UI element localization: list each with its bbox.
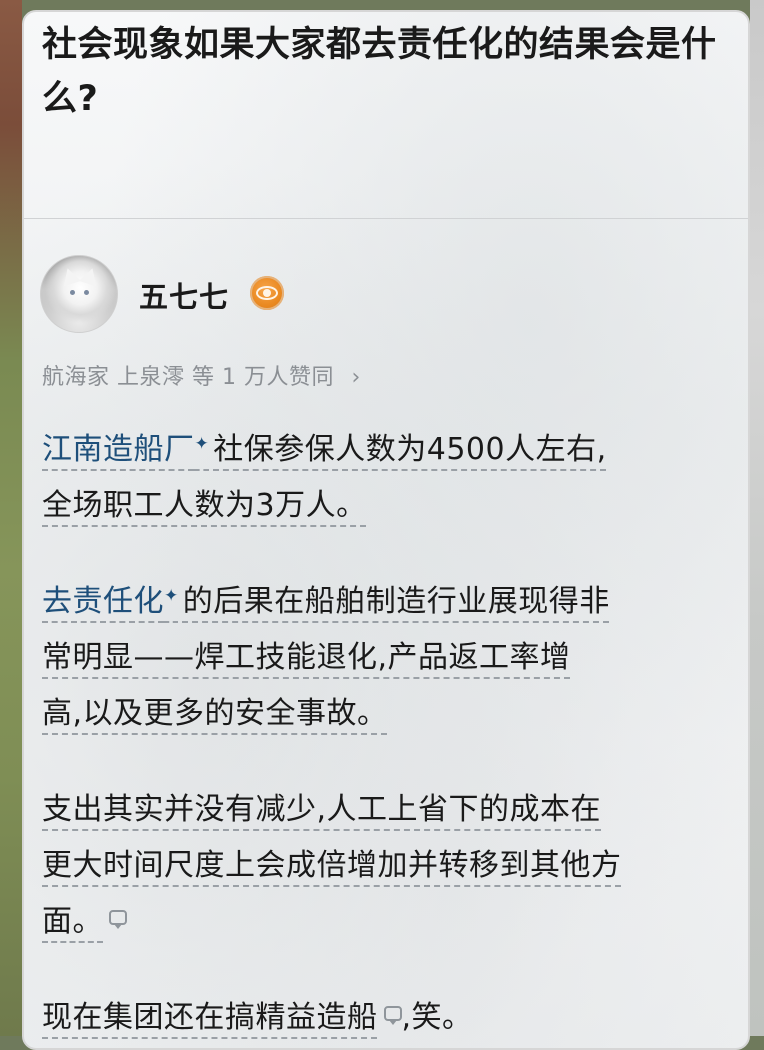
paragraph-3-line-2: 更大时间尺度上会成倍增加并转移到其他方 [42, 848, 622, 883]
text-line: 全场职工人数为3万人。 [42, 478, 742, 534]
upvoters-summary[interactable]: 航海家 上泉澪 等 1 万人赞同 › [42, 359, 361, 391]
paragraph-2-line-3: 高,以及更多的安全事故。 [42, 696, 388, 731]
paragraph-4: 现在集团还在搞精益造船 ,笑。 [42, 990, 742, 1046]
avatar-eye-left [70, 290, 75, 295]
background-edge-right [750, 0, 764, 1036]
eye-badge-icon[interactable] [250, 276, 284, 310]
answer-content: 江南造船厂✦ 社保参保人数为4500人左右, 全场职工人数为3万人。 去责任化✦ 的… [42, 422, 742, 1046]
answer-card: 社会现象如果大家都去责任化的结果会是什么? 五七七 航海家 上泉澪 等 1 万人… [22, 10, 750, 1050]
upvoters-text: 航海家 上泉澪 等 1 万人赞同 [42, 365, 334, 390]
paragraph-3: 支出其实并没有减少,人工上省下的成本在 更大时间尺度上会成倍增加并转移到其他方 … [42, 782, 742, 950]
paragraph-1-line-1: 社保参保人数为4500人左右, [213, 432, 607, 467]
paragraph-1: 江南造船厂✦ 社保参保人数为4500人左右, 全场职工人数为3万人。 [42, 422, 742, 534]
comment-icon[interactable] [109, 910, 127, 929]
avatar-ear-left [58, 265, 82, 287]
badge-eye-pupil [263, 289, 271, 297]
avatar-eye-right [84, 290, 89, 295]
paragraph-1-line-2: 全场职工人数为3万人。 [42, 488, 367, 523]
question-title[interactable]: 社会现象如果大家都去责任化的结果会是什么? [42, 18, 732, 126]
author-avatar[interactable] [40, 255, 118, 333]
paragraph-3-line-3: 面。 [42, 904, 103, 939]
paragraph-4-line-1a: 现在集团还在搞精益造船 [42, 1000, 378, 1035]
paragraph-3-line-1: 支出其实并没有减少,人工上省下的成本在 [42, 792, 602, 827]
author-name[interactable]: 五七七 [139, 274, 229, 316]
paragraph-2-line-2: 常明显——焊工技能退化,产品返工率增 [42, 640, 571, 675]
divider [24, 218, 748, 219]
paragraph-2-line-1: 的后果在船舶制造行业展现得非 [182, 584, 610, 619]
text-line: 现在集团还在搞精益造船 ,笑。 [42, 990, 742, 1046]
paragraph-2: 去责任化✦ 的后果在船舶制造行业展现得非 常明显——焊工技能退化,产品返工率增 高… [42, 574, 742, 742]
sparkle-icon: ✦ [164, 586, 179, 606]
avatar-ear-right [78, 265, 102, 287]
paragraph-4-line-1b: ,笑。 [401, 1000, 473, 1035]
chevron-right-icon: › [351, 365, 361, 390]
background-edge-left [0, 0, 22, 1036]
text-line: 江南造船厂✦ 社保参保人数为4500人左右, [42, 422, 742, 478]
text-line: 面。 [42, 894, 742, 950]
comment-icon[interactable] [383, 1006, 402, 1025]
link-jiangnan-shipyard[interactable]: 江南造船厂 [42, 432, 195, 467]
link-de-responsibility[interactable]: 去责任化 [42, 584, 164, 619]
sparkle-icon: ✦ [194, 434, 210, 454]
text-line: 高,以及更多的安全事故。 [42, 686, 742, 742]
text-line: 去责任化✦ 的后果在船舶制造行业展现得非 [42, 574, 742, 630]
